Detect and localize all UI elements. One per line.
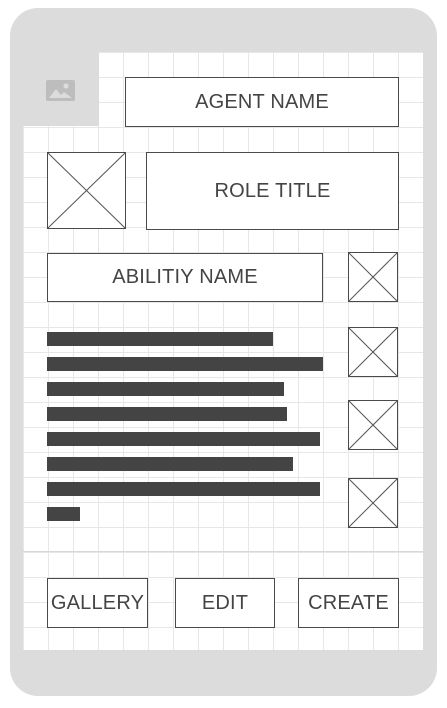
gallery-button-label: GALLERY — [50, 591, 145, 614]
gallery-button[interactable]: GALLERY — [47, 578, 148, 628]
ability-icon-placeholder-2[interactable] — [348, 327, 398, 377]
image-placeholder-icon — [48, 153, 125, 228]
ability-name-field[interactable]: ABILITIY NAME — [47, 253, 323, 302]
role-title-label: ROLE TITLE — [214, 179, 331, 202]
description-line — [47, 432, 320, 446]
edit-button-label: EDIT — [201, 591, 249, 614]
image-placeholder-icon — [349, 328, 397, 376]
agent-name-field[interactable]: AGENT NAME — [125, 77, 399, 127]
image-placeholder-icon — [349, 253, 397, 301]
image-placeholder-icon — [349, 479, 397, 527]
ability-icon-placeholder-1[interactable] — [348, 252, 398, 302]
description-line — [47, 457, 293, 471]
description-line — [47, 357, 323, 371]
footer-divider — [23, 551, 423, 552]
description-line — [47, 482, 320, 496]
create-button[interactable]: CREATE — [298, 578, 399, 628]
ability-icon-placeholder-3[interactable] — [348, 400, 398, 450]
description-line — [47, 332, 273, 346]
image-icon — [46, 80, 75, 101]
ability-name-label: ABILITIY NAME — [112, 266, 258, 288]
agent-name-label: AGENT NAME — [195, 90, 329, 113]
description-line — [47, 407, 287, 421]
description-line — [47, 507, 80, 521]
portrait-image-placeholder[interactable] — [47, 152, 126, 229]
image-placeholder-icon — [349, 401, 397, 449]
description-line — [47, 382, 284, 396]
ability-icon-placeholder-4[interactable] — [348, 478, 398, 528]
edit-button[interactable]: EDIT — [175, 578, 275, 628]
create-button-label: CREATE — [308, 591, 389, 614]
role-title-field[interactable]: ROLE TITLE — [146, 152, 399, 230]
